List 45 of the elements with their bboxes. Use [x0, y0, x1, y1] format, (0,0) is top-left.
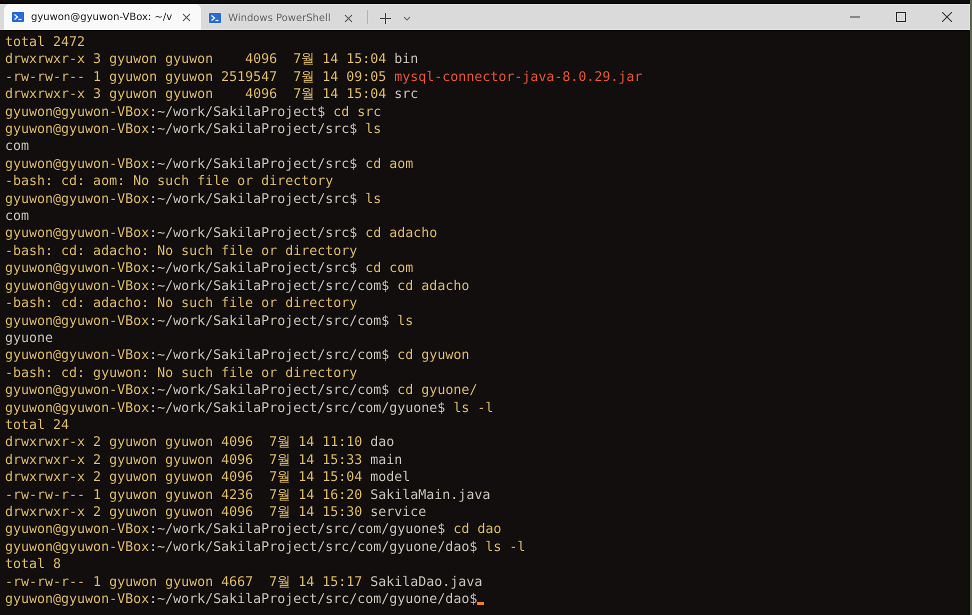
terminal-line: gyuwon@gyuwon-VBox:~/work/SakilaProject/src$ ls	[5, 190, 382, 208]
terminal-line: gyuwon@gyuwon-VBox:~/work/SakilaProject/src/com$ ls	[5, 312, 414, 330]
minimize-icon	[850, 16, 860, 18]
close-icon	[942, 12, 952, 22]
terminal-line: gyuwon@gyuwon-VBox:~/work/SakilaProject/src/com/gyuone$ cd dao	[5, 521, 502, 539]
terminal-icon	[12, 12, 24, 22]
terminal-line: -rw-rw-r-- 1 gyuwon gyuwon 4236 7월 14 16:20 SakilaMain.java	[5, 486, 492, 504]
terminal-line: drwxrwxr-x 2 gyuwon gyuwon 4096 7월 14 15:30 service	[5, 504, 428, 522]
terminal-line: gyuwon@gyuwon-VBox:~/work/SakilaProject/src/com/gyuone$ ls -l	[5, 400, 494, 417]
terminal-line: gyuwon@gyuwon-VBox:~/work/SakilaProject/src/com/gyuone/dao$	[5, 591, 970, 608]
terminal-icon	[209, 13, 222, 23]
terminal-line: -bash: cd: adacho: No such file or directory	[5, 295, 358, 312]
terminal-line: -rw-rw-r-- 1 gyuwon gyuwon 4667 7월 14 15:17 SakilaDao.java	[5, 574, 484, 591]
terminal-line: gyuwon@gyuwon-VBox:~/work/SakilaProject/src$ cd aom	[5, 156, 414, 174]
terminal-line: -bash: cd: adacho: No such file or directory	[5, 242, 358, 260]
terminal-line: drwxrwxr-x 3 gyuwon gyuwon 4096 7월 14 15:04 src	[5, 86, 420, 104]
plus-icon	[380, 12, 392, 24]
tab[interactable]: Windows PowerShell	[201, 6, 364, 30]
terminal-line: -bash: cd: gyuwon: No such file or directory	[5, 364, 358, 382]
terminal-line: total 8	[5, 556, 62, 574]
terminal-line: com	[5, 138, 30, 156]
terminal-line: gyuwon@gyuwon-VBox:~/work/SakilaProject/src$ cd com	[5, 260, 414, 278]
terminal-line: drwxrwxr-x 2 gyuwon gyuwon 4096 7월 14 15:33 main	[5, 452, 404, 470]
terminal-line: com	[5, 208, 30, 226]
terminal-line: -rw-rw-r-- 1 gyuwon gyuwon 2519547 7월 14 09:05 mysql-connector-java-8.0.29.jar	[5, 68, 644, 86]
terminal-line: drwxrwxr-x 2 gyuwon gyuwon 4096 7월 14 15:04 model	[5, 469, 412, 487]
terminal-line: total 2472	[5, 34, 86, 52]
terminal-line: drwxrwxr-x 2 gyuwon gyuwon 4096 7월 14 11:10 dao	[5, 434, 396, 452]
close-icon	[182, 12, 191, 22]
chevron-down-icon	[403, 16, 412, 20]
terminal-line: gyuwon@gyuwon-VBox:~/work/SakilaProject/src$ cd adacho	[5, 225, 438, 243]
cursor	[477, 602, 484, 605]
terminal-line: -bash: cd: aom: No such file or directory	[5, 173, 334, 191]
maximize-icon	[896, 12, 906, 22]
terminal-line: gyuwon@gyuwon-VBox:~/work/SakilaProject/src/com$ cd gyuone/	[5, 382, 478, 400]
terminal-line: gyuwon@gyuwon-VBox:~/work/SakilaProject/src/com$ cd gyuwon	[5, 347, 470, 365]
terminal-line: gyuwon@gyuwon-VBox:~/work/SakilaProject/src/com$ cd adacho	[5, 278, 470, 296]
terminal-line: gyuwon@gyuwon-VBox:~/work/SakilaProject/src/com/gyuone/dao$ ls -l	[5, 538, 526, 556]
terminal-line: drwxrwxr-x 3 gyuwon gyuwon 4096 7월 14 15:04 bin	[5, 51, 420, 69]
terminal-line: total 24	[5, 416, 70, 434]
terminal-line: gyuwon@gyuwon-VBox:~/work/SakilaProject/src$ ls	[5, 121, 382, 138]
close-icon	[344, 14, 353, 22]
tab[interactable]: gyuwon@gyuwon-VBox: ~/v	[4, 4, 202, 30]
terminal-line: gyuwon@gyuwon-VBox:~/work/SakilaProject$ cd src	[5, 104, 382, 122]
terminal-line: gyuone	[5, 330, 54, 348]
